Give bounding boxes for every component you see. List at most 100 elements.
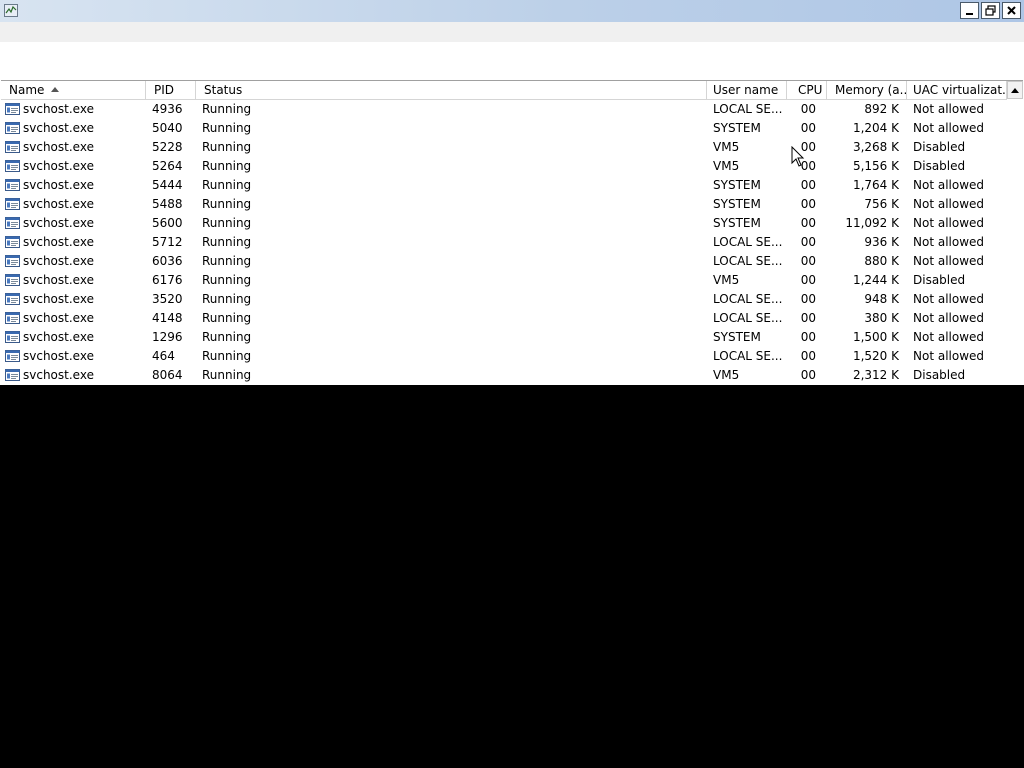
process-pid: 8064 bbox=[152, 368, 183, 382]
minimize-icon bbox=[966, 13, 973, 15]
close-button[interactable] bbox=[1002, 2, 1021, 19]
process-status: Running bbox=[202, 178, 252, 192]
process-cpu: 00 bbox=[800, 273, 816, 287]
process-uac-virtualization: Disabled bbox=[913, 368, 966, 382]
table-row[interactable]: svchost.exe 6036 Running LOCAL SE... 00 880 K… bbox=[1, 252, 1007, 271]
process-uac-virtualization: Disabled bbox=[913, 140, 966, 154]
process-pid: 464 bbox=[152, 349, 175, 363]
process-icon bbox=[5, 293, 20, 305]
process-user-name: VM5 bbox=[713, 273, 740, 287]
minimize-button[interactable] bbox=[960, 2, 979, 19]
process-icon bbox=[5, 369, 20, 381]
table-row[interactable]: svchost.exe 5488 Running SYSTEM 00 756 K Not a… bbox=[1, 195, 1007, 214]
process-cpu: 00 bbox=[800, 121, 816, 135]
process-name: svchost.exe bbox=[23, 121, 94, 135]
column-header-cpu[interactable]: CPU bbox=[787, 81, 827, 99]
process-cpu: 00 bbox=[800, 235, 816, 249]
process-user-name: SYSTEM bbox=[713, 121, 761, 135]
scroll-up-button[interactable] bbox=[1007, 81, 1023, 99]
title-bar[interactable] bbox=[0, 0, 1024, 22]
process-name: svchost.exe bbox=[23, 368, 94, 382]
process-user-name: LOCAL SE... bbox=[713, 292, 783, 306]
process-user-name: LOCAL SE... bbox=[713, 235, 783, 249]
column-header-label: CPU bbox=[798, 83, 823, 97]
process-uac-virtualization: Not allowed bbox=[913, 235, 985, 249]
process-cpu: 00 bbox=[800, 197, 816, 211]
process-pid: 5228 bbox=[152, 140, 183, 154]
table-row[interactable]: svchost.exe 5228 Running VM5 00 3,268 K Disabl… bbox=[1, 138, 1007, 157]
process-status: Running bbox=[202, 159, 252, 173]
process-cpu: 00 bbox=[800, 178, 816, 192]
table-row[interactable]: svchost.exe 464 Running LOCAL SE... 00 1,520 … bbox=[1, 347, 1007, 366]
process-name: svchost.exe bbox=[23, 235, 94, 249]
process-icon bbox=[5, 312, 20, 324]
process-icon bbox=[5, 331, 20, 343]
process-cpu: 00 bbox=[800, 330, 816, 344]
process-icon bbox=[5, 141, 20, 153]
process-icon bbox=[5, 160, 20, 172]
restore-button[interactable] bbox=[981, 2, 1000, 19]
mouse-cursor-icon bbox=[791, 146, 805, 167]
process-cpu: 00 bbox=[800, 254, 816, 268]
table-row[interactable]: svchost.exe 8064 Running VM5 00 2,312 K Disabl… bbox=[1, 366, 1007, 385]
process-user-name: SYSTEM bbox=[713, 216, 761, 230]
process-uac-virtualization: Not allowed bbox=[913, 178, 985, 192]
column-header-name[interactable]: Name bbox=[1, 81, 146, 99]
process-cpu: 00 bbox=[800, 311, 816, 325]
process-status: Running bbox=[202, 292, 252, 306]
process-uac-virtualization: Disabled bbox=[913, 273, 966, 287]
process-user-name: VM5 bbox=[713, 368, 740, 382]
process-status: Running bbox=[202, 368, 252, 382]
process-icon bbox=[5, 217, 20, 229]
process-user-name: VM5 bbox=[713, 159, 740, 173]
process-cpu: 00 bbox=[800, 349, 816, 363]
menu-bar bbox=[0, 22, 1024, 42]
table-row[interactable]: svchost.exe 5600 Running SYSTEM 00 11,092 K No… bbox=[1, 214, 1007, 233]
process-list[interactable]: Name PID Status User name CPU Memory (a.… bbox=[1, 80, 1023, 385]
task-manager-window: Name PID Status User name CPU Memory (a.… bbox=[0, 0, 1024, 385]
process-pid: 1296 bbox=[152, 330, 183, 344]
process-pid: 6036 bbox=[152, 254, 183, 268]
table-row[interactable]: svchost.exe 4936 Running LOCAL SE... 00 892 K… bbox=[1, 100, 1007, 119]
table-row[interactable]: svchost.exe 3520 Running LOCAL SE... 00 948 K… bbox=[1, 290, 1007, 309]
table-row[interactable]: svchost.exe 5444 Running SYSTEM 00 1,764 K Not… bbox=[1, 176, 1007, 195]
process-uac-virtualization: Not allowed bbox=[913, 216, 985, 230]
table-row[interactable]: svchost.exe 5712 Running LOCAL SE... 00 936 K… bbox=[1, 233, 1007, 252]
process-icon bbox=[5, 103, 20, 115]
table-row[interactable]: svchost.exe 1296 Running SYSTEM 00 1,500 K Not… bbox=[1, 328, 1007, 347]
column-header-uac-virtualization[interactable]: UAC virtualizat... bbox=[907, 81, 1007, 99]
column-header-status[interactable]: Status bbox=[196, 81, 707, 99]
column-header-pid[interactable]: PID bbox=[146, 81, 196, 99]
process-status: Running bbox=[202, 235, 252, 249]
process-user-name: VM5 bbox=[713, 140, 740, 154]
process-uac-virtualization: Not allowed bbox=[913, 330, 985, 344]
process-name: svchost.exe bbox=[23, 159, 94, 173]
process-memory: 1,204 K bbox=[852, 121, 899, 135]
process-cpu: 00 bbox=[800, 292, 816, 306]
sort-ascending-icon bbox=[51, 87, 59, 92]
table-row[interactable]: svchost.exe 6176 Running VM5 00 1,244 K Disabl… bbox=[1, 271, 1007, 290]
process-pid: 5040 bbox=[152, 121, 183, 135]
process-pid: 3520 bbox=[152, 292, 183, 306]
process-user-name: SYSTEM bbox=[713, 197, 761, 211]
process-name: svchost.exe bbox=[23, 216, 94, 230]
column-header-memory[interactable]: Memory (a... bbox=[827, 81, 907, 99]
table-row[interactable]: svchost.exe 5040 Running SYSTEM 00 1,204 K Not… bbox=[1, 119, 1007, 138]
process-pid: 4148 bbox=[152, 311, 183, 325]
process-memory: 892 K bbox=[864, 102, 899, 116]
process-user-name: SYSTEM bbox=[713, 330, 761, 344]
process-status: Running bbox=[202, 121, 252, 135]
process-uac-virtualization: Not allowed bbox=[913, 349, 985, 363]
column-header-label: Memory (a... bbox=[835, 83, 907, 97]
process-icon bbox=[5, 274, 20, 286]
column-header-user-name[interactable]: User name bbox=[707, 81, 787, 99]
table-row[interactable]: svchost.exe 4148 Running LOCAL SE... 00 380 K… bbox=[1, 309, 1007, 328]
table-row[interactable]: svchost.exe 5264 Running VM5 00 5,156 K Disabl… bbox=[1, 157, 1007, 176]
column-header-label: User name bbox=[713, 83, 779, 97]
process-status: Running bbox=[202, 330, 252, 344]
process-icon bbox=[5, 198, 20, 210]
process-status: Running bbox=[202, 216, 252, 230]
process-name: svchost.exe bbox=[23, 102, 94, 116]
process-user-name: LOCAL SE... bbox=[713, 349, 783, 363]
tab-area bbox=[0, 42, 1024, 80]
